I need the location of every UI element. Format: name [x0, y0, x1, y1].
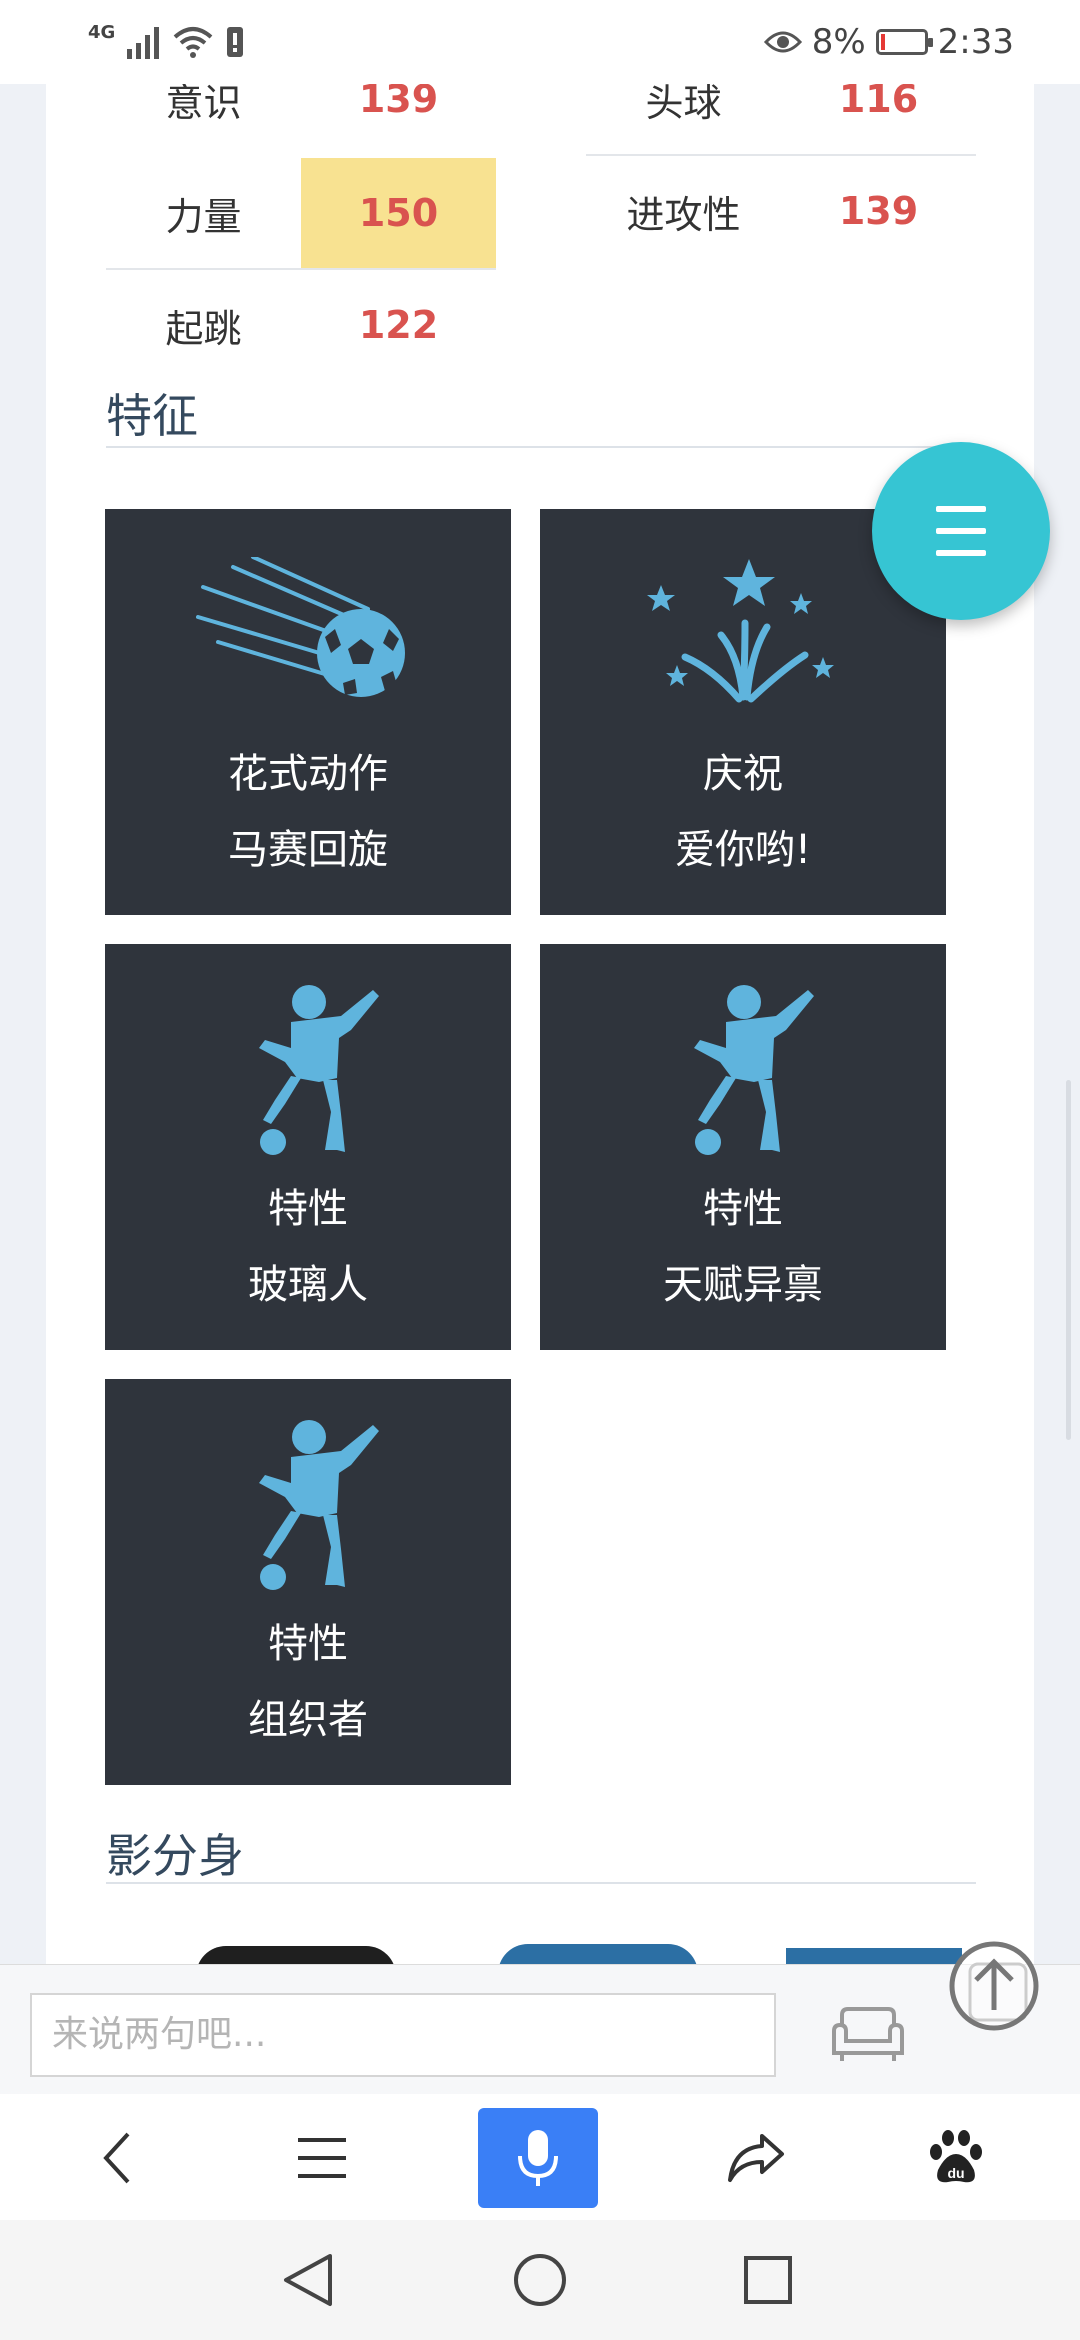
share-button[interactable]	[696, 2108, 816, 2208]
trait-type: 庆祝	[703, 751, 783, 797]
player-kick-icon	[540, 982, 946, 1162]
shadow-image[interactable]	[786, 1948, 962, 1964]
browser-toolbar: du	[0, 2094, 1080, 2220]
trait-tile[interactable]: 特性 玻璃人	[105, 944, 511, 1350]
sim-alert-icon	[227, 27, 244, 57]
nav-recents-icon	[744, 2256, 792, 2304]
trait-type: 特性	[268, 1621, 348, 1667]
attr-label: 进攻性	[626, 192, 741, 237]
battery-icon	[875, 29, 933, 55]
svg-text:du: du	[947, 2165, 964, 2181]
trait-tile[interactable]: 花式动作 马赛回旋	[105, 509, 511, 915]
trait-tile[interactable]: 特性 组织者	[105, 1379, 511, 1785]
status-bar: 4G 8% 2:33	[0, 0, 1080, 84]
baidu-icon: du	[930, 2130, 982, 2183]
comment-bar: 来说两句吧...	[0, 1964, 1080, 2095]
attr-label: 头球	[645, 84, 722, 125]
trait-name: 马赛回旋	[228, 827, 388, 873]
trait-name: 玻璃人	[248, 1262, 368, 1308]
baidu-button[interactable]: du	[896, 2108, 1016, 2208]
wifi-icon	[173, 27, 213, 58]
scroll-top-button[interactable]	[948, 1924, 1080, 2060]
attr-value: 122	[358, 303, 439, 347]
comment-input[interactable]: 来说两句吧...	[30, 1993, 776, 2077]
nav-home-icon	[514, 2254, 566, 2306]
trait-type: 特性	[268, 1186, 348, 1232]
player-kick-icon	[105, 982, 511, 1162]
menu-icon	[298, 2138, 346, 2178]
attr-row: 进攻性 139	[586, 156, 976, 266]
status-right: 8% 2:33	[763, 18, 1014, 66]
microphone-icon	[518, 2130, 558, 2186]
voice-search-button[interactable]	[478, 2108, 598, 2208]
menu-button[interactable]	[262, 2108, 382, 2208]
clock: 2:33	[937, 22, 1014, 62]
section-divider	[106, 446, 976, 448]
menu-icon-bar	[936, 550, 986, 556]
attr-label: 意识	[165, 84, 242, 125]
section-title-shadow: 影分身	[106, 1829, 244, 1883]
fireworks-icon	[540, 557, 946, 707]
nav-recents-button[interactable]	[728, 2240, 808, 2320]
shadow-image[interactable]	[196, 1946, 396, 1964]
attr-value: 139	[358, 84, 439, 121]
shadow-image[interactable]	[498, 1944, 698, 1964]
trait-tile[interactable]: 特性 天赋异禀	[540, 944, 946, 1350]
attr-row: 力量 150	[106, 158, 496, 268]
attr-row: 意识 139	[106, 84, 496, 154]
menu-icon-bar	[936, 506, 986, 512]
section-divider	[106, 1882, 976, 1884]
attr-label: 起跳	[165, 306, 242, 351]
trait-name: 爱你哟!	[674, 827, 812, 873]
back-icon	[103, 2132, 130, 2184]
attr-value-highlight: 150	[301, 158, 496, 268]
attr-label: 力量	[165, 194, 242, 239]
menu-fab-button[interactable]	[872, 442, 1050, 620]
status-left: 4G	[88, 18, 245, 66]
attr-value: 139	[838, 189, 919, 233]
player-detail-card: 意识 139 头球 116 力量 150 进攻性 139 起跳 122 特征 花…	[46, 84, 1034, 1964]
trait-type: 花式动作	[228, 751, 388, 797]
nav-back-icon	[284, 2254, 332, 2306]
system-nav-bar	[0, 2220, 1080, 2340]
soccer-ball-icon	[105, 557, 511, 707]
battery-percent: 8%	[811, 22, 866, 62]
back-button[interactable]	[58, 2108, 178, 2208]
menu-icon-bar	[936, 528, 986, 534]
scrollbar[interactable]	[1066, 1080, 1071, 1440]
trait-type: 特性	[703, 1186, 783, 1232]
attr-row: 起跳 122	[106, 270, 496, 380]
trait-name: 组织者	[248, 1697, 368, 1743]
nav-home-button[interactable]	[500, 2240, 580, 2320]
attr-row: 头球 116	[586, 84, 976, 154]
battery-fill	[880, 34, 885, 50]
signal-icon	[127, 27, 160, 59]
share-icon	[728, 2134, 784, 2182]
attr-value: 116	[838, 84, 919, 121]
trait-name: 天赋异禀	[663, 1262, 823, 1308]
player-kick-icon	[105, 1417, 511, 1597]
nav-back-button[interactable]	[268, 2240, 348, 2320]
network-type: 4G	[88, 21, 116, 43]
sofa-icon[interactable]	[830, 2005, 906, 2063]
section-title-traits: 特征	[106, 389, 198, 443]
eye-comfort-icon	[763, 31, 802, 53]
